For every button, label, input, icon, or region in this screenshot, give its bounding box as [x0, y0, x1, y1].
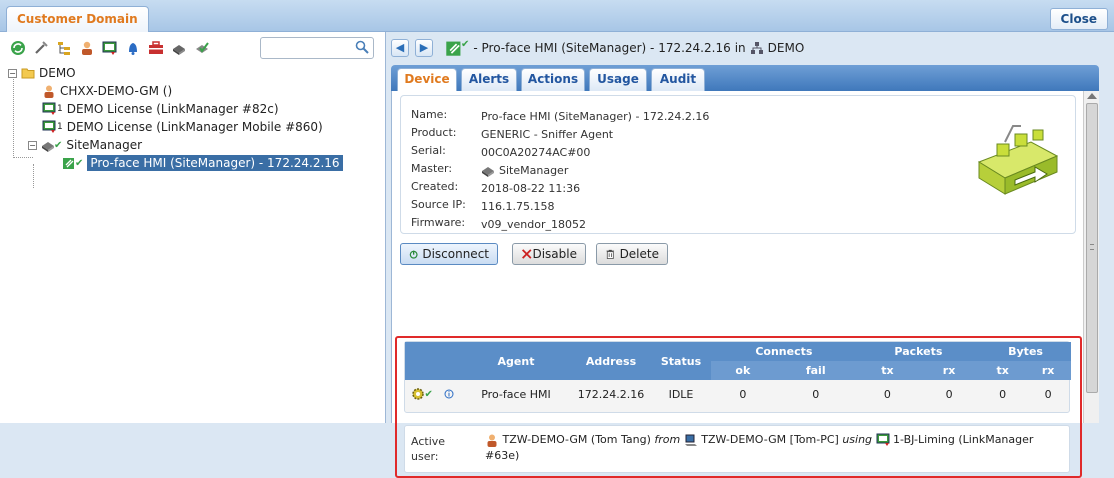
hierarchy-icon[interactable] — [54, 38, 74, 58]
tab-alerts[interactable]: Alerts — [461, 68, 517, 91]
info-row-master: Master: SiteManager — [411, 162, 568, 178]
device-product-value: GENERIC - Sniffer Agent — [481, 127, 614, 141]
license-icon[interactable] — [100, 38, 120, 58]
tree-node-sitemanager[interactable]: − ✔ SiteManager — [28, 136, 142, 154]
device-serial-value: 00C0A20274AC#00 — [481, 145, 591, 159]
sniffer-agent-illustration-icon — [977, 125, 1059, 195]
tree-node-license-1[interactable]: 1 DEMO License (LinkManager #82c) — [42, 100, 279, 118]
connected-check-icon: ✔ — [461, 38, 470, 50]
info-row-name: Name: Pro-face HMI (SiteManager) - 172.2… — [411, 108, 709, 124]
device-name-value: Pro-face HMI (SiteManager) - 172.24.2.16 — [481, 109, 710, 123]
vertical-scrollbar[interactable] — [1083, 91, 1099, 423]
tree-node-user[interactable]: CHXX-DEMO-GM () — [42, 82, 172, 100]
tab-device[interactable]: Device — [397, 68, 457, 92]
sitemanager-device-icon — [42, 142, 54, 152]
close-button[interactable]: Close — [1049, 8, 1108, 30]
collapse-icon[interactable]: − — [28, 140, 37, 150]
device-created-value: 2018-08-22 11:36 — [481, 181, 581, 195]
info-key: Firmware: — [411, 216, 466, 229]
highlight-box — [395, 336, 1082, 478]
scroll-up-arrow-icon[interactable] — [1087, 93, 1097, 99]
window-title-tab[interactable]: Customer Domain — [6, 6, 149, 32]
info-key: Created: — [411, 180, 459, 193]
tree-label: SiteManager — [66, 138, 143, 152]
tree-label: DEMO — [39, 66, 76, 80]
tab-usage[interactable]: Usage — [589, 68, 647, 91]
back-arrow-icon[interactable]: ◀ — [391, 39, 409, 57]
connected-check-icon: ✔ — [54, 139, 63, 151]
tree-connector — [13, 157, 33, 158]
tree-toolbar — [8, 38, 212, 60]
tree-label: DEMO License (LinkManager Mobile #860) — [66, 120, 323, 134]
right-pane: ◀ ▶ ✔ - Pro-face HMI (SiteManager) - 172… — [389, 32, 1114, 478]
disable-label: Disable — [532, 247, 577, 261]
disconnect-button[interactable]: Disconnect — [400, 243, 498, 265]
device-source-ip-value: 116.1.75.158 — [481, 199, 555, 213]
license-icon — [42, 120, 56, 133]
domain-network-icon — [750, 42, 763, 54]
delete-label: Delete — [619, 247, 659, 261]
info-key: Name: — [411, 108, 448, 121]
scroll-thumb[interactable] — [1086, 103, 1098, 393]
device-icon[interactable] — [169, 38, 189, 58]
collapse-icon[interactable]: − — [8, 68, 17, 78]
info-key: Product: — [411, 126, 457, 139]
device-master-value[interactable]: SiteManager — [481, 162, 568, 178]
device-info-box: Name: Pro-face HMI (SiteManager) - 172.2… — [400, 95, 1076, 234]
device-panel: Name: Pro-face HMI (SiteManager) - 172.2… — [391, 91, 1083, 478]
left-pane: − DEMO CHXX-DEMO-GM () 1 DEMO License (L… — [0, 32, 386, 423]
refresh-icon[interactable] — [8, 38, 28, 58]
tools-icon[interactable] — [31, 38, 51, 58]
alert-bell-icon[interactable] — [123, 38, 143, 58]
agent-plug-icon — [63, 158, 74, 169]
domain-link[interactable]: DEMO — [768, 41, 805, 55]
search-icon[interactable] — [355, 40, 369, 54]
disable-x-icon — [522, 249, 532, 259]
power-icon — [409, 250, 418, 259]
tree-label: DEMO License (LinkManager #82c) — [66, 102, 279, 116]
info-key: Master: — [411, 162, 453, 175]
tree-node-license-2[interactable]: 1 DEMO License (LinkManager Mobile #860) — [42, 118, 323, 136]
device-firmware-value: v09_vendor_18052 — [481, 217, 586, 231]
info-row-firmware: Firmware: v09_vendor_18052 — [411, 216, 586, 232]
tab-audit[interactable]: Audit — [651, 68, 705, 91]
info-row-created: Created: 2018-08-22 11:36 — [411, 180, 580, 196]
license-count: 1 — [57, 104, 63, 114]
scroll-grip-icon — [1090, 244, 1094, 250]
disable-button[interactable]: Disable — [512, 243, 586, 265]
connected-check-icon: ✔ — [75, 157, 84, 169]
tabs-bar: Device Alerts Actions Usage Audit — [391, 65, 1099, 92]
breadcrumb: ✔ - Pro-face HMI (SiteManager) - 172.24.… — [445, 38, 804, 58]
delete-button[interactable]: Delete — [596, 243, 668, 265]
license-icon — [42, 102, 56, 115]
window-titlebar: Customer Domain Close — [0, 0, 1114, 32]
in-word: in — [734, 41, 746, 55]
page-title: - Pro-face HMI (SiteManager) - 172.24.2.… — [473, 41, 731, 55]
info-row-source-ip: Source IP: 116.1.75.158 — [411, 198, 554, 214]
license-count: 1 — [57, 122, 63, 132]
tree-label: Pro-face HMI (SiteManager) - 172.24.2.16 — [87, 155, 343, 171]
user-icon[interactable] — [77, 38, 97, 58]
info-key: Source IP: — [411, 198, 466, 211]
search-field — [260, 37, 374, 59]
info-key: Serial: — [411, 144, 446, 157]
disconnect-label: Disconnect — [422, 247, 489, 261]
info-row-product: Product: GENERIC - Sniffer Agent — [411, 126, 613, 142]
check-device-icon[interactable] — [192, 38, 212, 58]
forward-arrow-icon[interactable]: ▶ — [415, 39, 433, 57]
trash-icon — [606, 249, 615, 259]
tab-actions[interactable]: Actions — [521, 68, 585, 91]
tree-label: CHXX-DEMO-GM () — [60, 84, 173, 98]
tree-connector — [33, 164, 34, 188]
tree-node-root[interactable]: − DEMO — [8, 64, 76, 82]
search-input[interactable] — [265, 38, 353, 58]
folder-icon — [21, 68, 35, 79]
tree-node-agent[interactable]: ✔ Pro-face HMI (SiteManager) - 172.24.2.… — [62, 154, 343, 172]
info-row-serial: Serial: 00C0A20274AC#00 — [411, 144, 590, 160]
toolbox-icon[interactable] — [146, 38, 166, 58]
master-link[interactable]: SiteManager — [499, 164, 568, 177]
sitemanager-device-icon — [482, 167, 494, 177]
tree-connector — [13, 72, 14, 158]
user-icon — [44, 85, 54, 98]
